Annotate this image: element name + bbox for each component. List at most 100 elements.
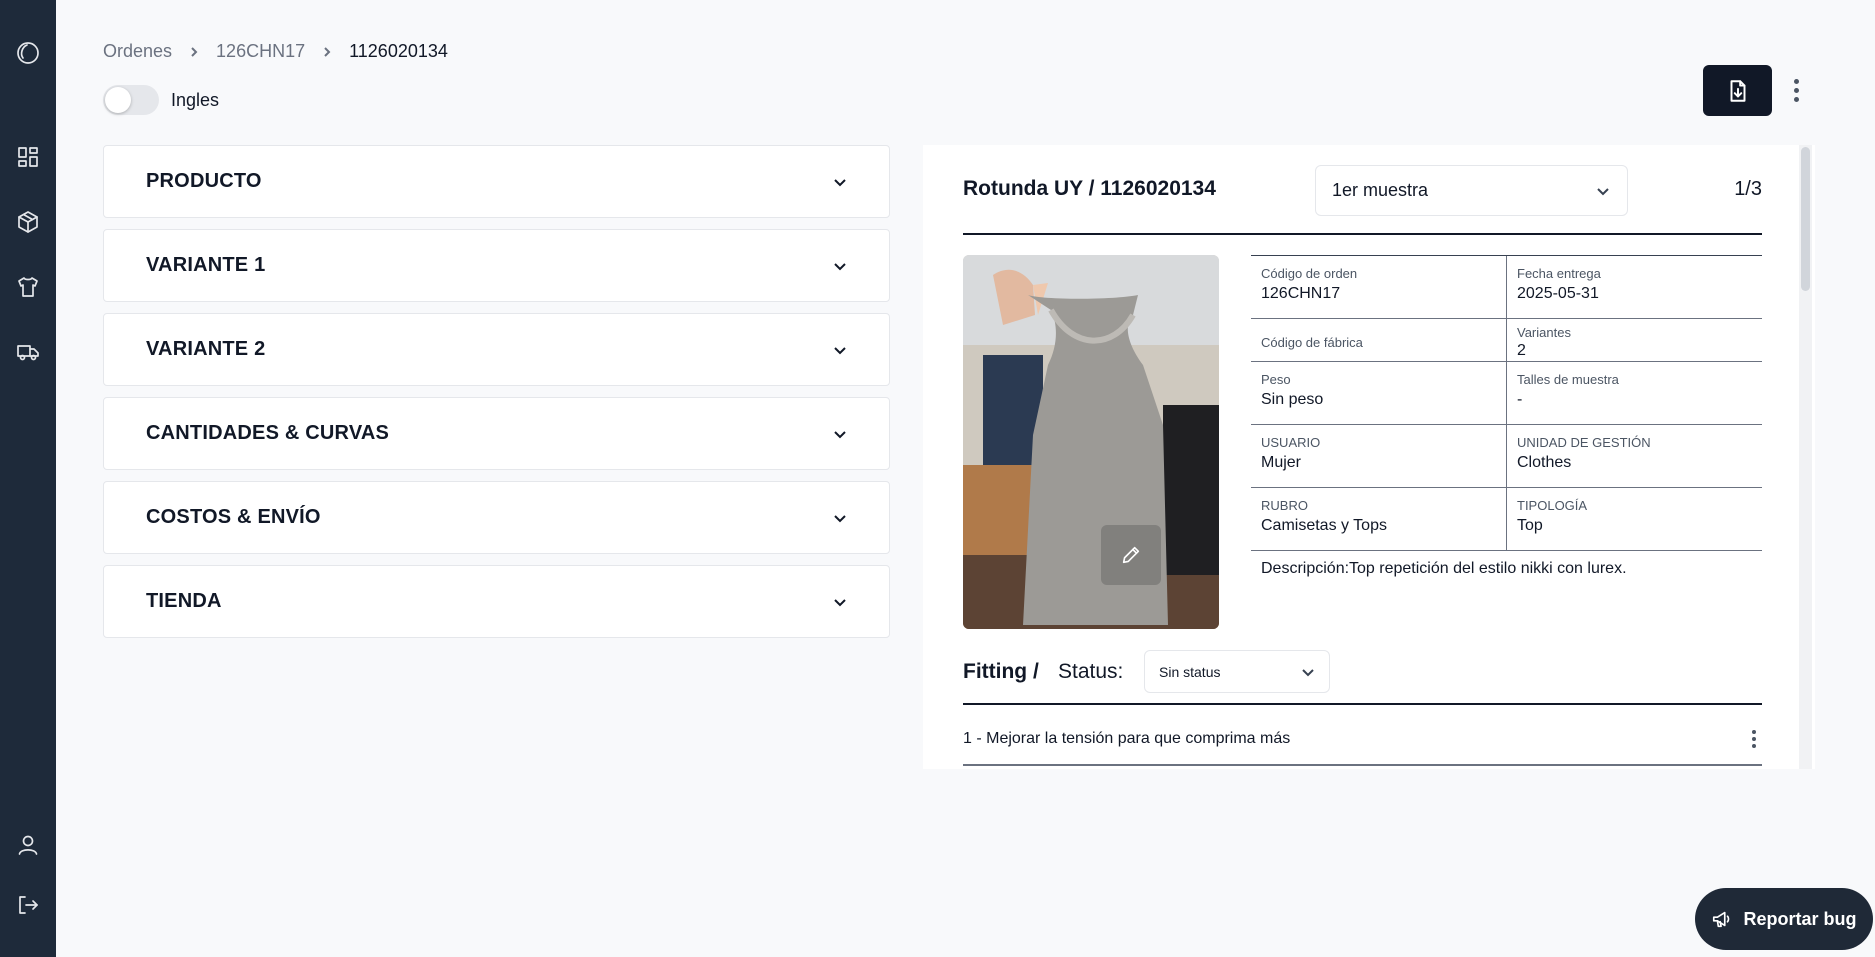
chevron-down-icon <box>834 514 846 522</box>
chevron-down-icon <box>834 262 846 270</box>
product-photo <box>963 255 1219 629</box>
scrollbar-thumb[interactable] <box>1801 147 1810 291</box>
language-toggle[interactable] <box>103 85 159 115</box>
info-row: Código de orden 126CHN17 Fecha entrega 2… <box>1251 256 1762 319</box>
info-value: 2 <box>1517 342 1526 359</box>
info-label: TIPOLOGÍA <box>1517 498 1588 513</box>
logout-icon[interactable] <box>12 889 44 921</box>
info-label: Peso <box>1261 372 1291 387</box>
report-bug-label: Reportar bug <box>1743 908 1857 929</box>
logo-icon[interactable] <box>12 37 44 69</box>
truck-icon[interactable] <box>12 336 44 368</box>
info-cell-category: RUBRO Camisetas y Tops <box>1251 488 1506 550</box>
more-options-button[interactable] <box>1786 74 1806 106</box>
sample-select[interactable]: 1er muestra <box>1315 165 1628 216</box>
info-row: RUBRO Camisetas y Tops TIPOLOGÍA Top <box>1251 488 1762 551</box>
status-select[interactable]: Sin status <box>1144 650 1330 693</box>
info-label: Fecha entrega <box>1517 266 1601 281</box>
divider <box>963 703 1762 705</box>
info-label: USUARIO <box>1261 435 1321 450</box>
panel-scrollbar[interactable] <box>1799 145 1812 769</box>
accordion-variante-1[interactable]: VARIANTE 1 <box>103 229 890 302</box>
edit-photo-button[interactable] <box>1101 525 1161 585</box>
fitting-item: 1 - Mejorar la tensión para que comprima… <box>963 723 1762 755</box>
chevron-down-icon <box>834 346 846 354</box>
chevron-down-icon <box>1597 187 1609 195</box>
divider <box>963 764 1762 766</box>
accordion-cantidades-curvas[interactable]: CANTIDADES & CURVAS <box>103 397 890 470</box>
breadcrumb-current: 1126020134 <box>349 41 448 61</box>
info-row: Peso Sin peso Talles de muestra - <box>1251 362 1762 425</box>
info-value: Sin peso <box>1261 391 1324 408</box>
accordion-costos-envio[interactable]: COSTOS & ENVÍO <box>103 481 890 554</box>
info-value: Clothes <box>1517 454 1572 471</box>
info-value: 2025-05-31 <box>1517 285 1599 302</box>
info-label: Código de fábrica <box>1261 335 1363 350</box>
toggle-knob <box>105 87 131 113</box>
sample-select-value: 1er muestra <box>1332 180 1429 200</box>
info-label: UNIDAD DE GESTIÓN <box>1517 435 1651 450</box>
info-label: Código de orden <box>1261 266 1358 281</box>
info-row: USUARIO Mujer UNIDAD DE GESTIÓN Clothes <box>1251 425 1762 488</box>
sample-title: Rotunda UY / 1126020134 <box>963 177 1216 200</box>
file-download-icon <box>1730 79 1745 102</box>
info-row: Código de fábrica Variantes 2 <box>1251 319 1762 362</box>
download-button[interactable] <box>1703 65 1772 116</box>
order-info-grid: Código de orden 126CHN17 Fecha entrega 2… <box>1251 255 1762 551</box>
sidebar <box>0 0 56 957</box>
product-description: Descripción:Top repetición del estilo ni… <box>1261 560 1627 577</box>
user-icon[interactable] <box>12 829 44 861</box>
accordion-title: CANTIDADES & CURVAS <box>146 422 390 444</box>
info-cell-order-code: Código de orden 126CHN17 <box>1251 256 1506 318</box>
accordion-title: VARIANTE 2 <box>146 338 266 360</box>
chevron-down-icon <box>834 598 846 606</box>
info-value: - <box>1517 391 1523 408</box>
chevron-right-icon <box>321 46 333 58</box>
info-label: Talles de muestra <box>1517 372 1619 387</box>
accordion-variante-2[interactable]: VARIANTE 2 <box>103 313 890 386</box>
status-label: Status: <box>1058 660 1124 683</box>
info-cell-weight: Peso Sin peso <box>1251 362 1506 424</box>
order-sections-accordion: PRODUCTO VARIANTE 1 VARIANTE 2 CANTIDADE… <box>103 145 890 649</box>
fitting-item-text: 1 - Mejorar la tensión para que comprima… <box>963 730 1291 747</box>
breadcrumb: Ordenes 126CHN17 1126020134 <box>103 41 448 62</box>
breadcrumb-order[interactable]: 126CHN17 <box>216 41 305 62</box>
sample-detail-panel: Rotunda UY / 1126020134 1er muestra 1/3 … <box>923 145 1815 769</box>
divider <box>963 233 1762 235</box>
fitting-item-menu-button[interactable] <box>1746 726 1762 752</box>
chevron-right-icon <box>188 46 200 58</box>
info-cell-unit: UNIDAD DE GESTIÓN Clothes <box>1506 425 1762 487</box>
dashboard-icon[interactable] <box>12 141 44 173</box>
language-toggle-row: Ingles <box>103 85 219 115</box>
info-cell-sample-sizes: Talles de muestra - <box>1506 362 1762 424</box>
accordion-producto[interactable]: PRODUCTO <box>103 145 890 218</box>
accordion-title: VARIANTE 1 <box>146 254 266 276</box>
shirt-icon[interactable] <box>12 271 44 303</box>
info-cell-variants: Variantes 2 <box>1506 319 1762 361</box>
info-cell-delivery-date: Fecha entrega 2025-05-31 <box>1506 256 1762 318</box>
info-cell-user: USUARIO Mujer <box>1251 425 1506 487</box>
chevron-down-icon <box>1302 668 1314 676</box>
fitting-title: Fitting / <box>963 660 1039 683</box>
info-cell-factory-code: Código de fábrica <box>1251 319 1506 361</box>
breadcrumb-ordenes[interactable]: Ordenes <box>103 41 172 62</box>
info-cell-typology: TIPOLOGÍA Top <box>1506 488 1762 550</box>
pencil-icon <box>1122 546 1140 564</box>
info-value: Camisetas y Tops <box>1261 517 1387 534</box>
boxes-icon[interactable] <box>12 206 44 238</box>
accordion-title: TIENDA <box>146 590 222 612</box>
chevron-down-icon <box>834 430 846 438</box>
status-select-value: Sin status <box>1159 663 1221 680</box>
info-label: RUBRO <box>1261 498 1308 513</box>
language-toggle-label: Ingles <box>171 89 220 110</box>
info-value: 126CHN17 <box>1261 285 1341 302</box>
info-value: Mujer <box>1261 454 1302 471</box>
report-bug-button[interactable]: Reportar bug <box>1695 888 1873 950</box>
accordion-title: COSTOS & ENVÍO <box>146 506 321 528</box>
megaphone-icon <box>1713 911 1730 928</box>
chevron-down-icon <box>834 178 846 186</box>
accordion-tienda[interactable]: TIENDA <box>103 565 890 638</box>
accordion-title: PRODUCTO <box>146 170 262 192</box>
info-label: Variantes <box>1517 325 1571 340</box>
sample-pager: 1/3 <box>1734 178 1762 200</box>
